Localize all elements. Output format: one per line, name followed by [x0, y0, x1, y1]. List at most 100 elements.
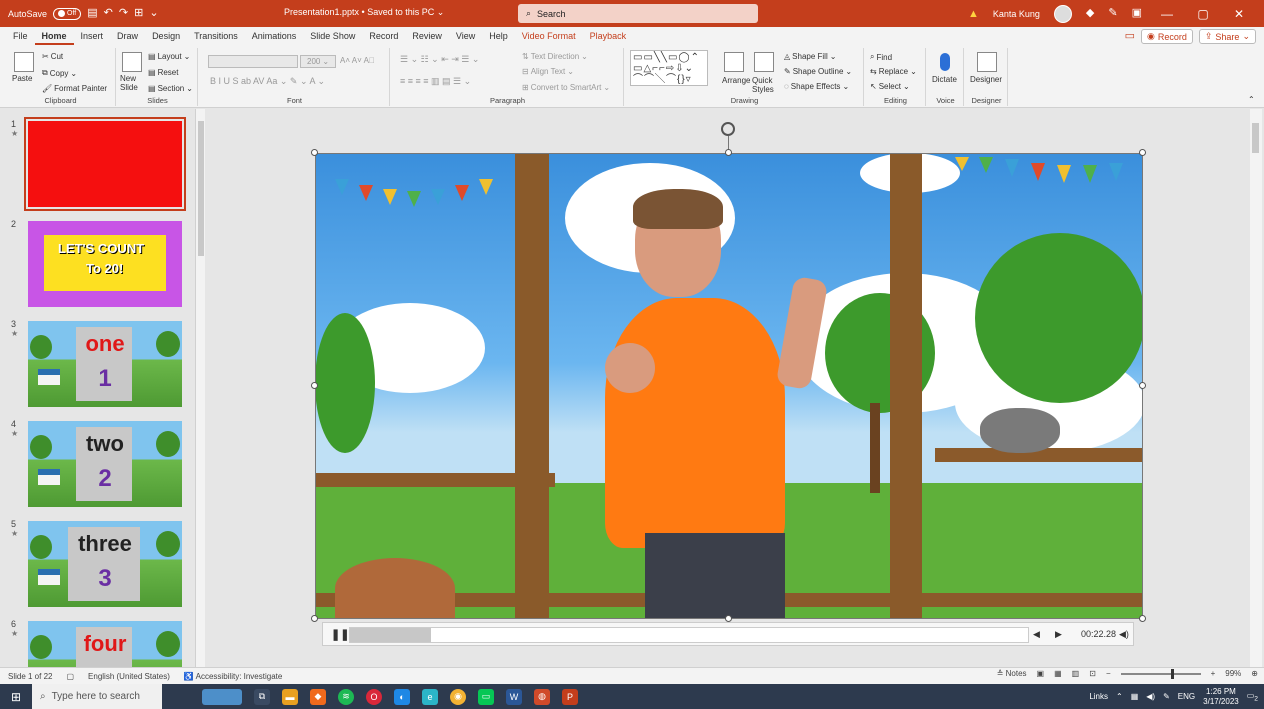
tab-design[interactable]: Design: [145, 27, 187, 45]
language-status[interactable]: English (United States): [88, 672, 170, 681]
app-icon[interactable]: ◍: [534, 688, 550, 705]
alignment-buttons[interactable]: ≡ ≡ ≡ ≡ ▥ ▤ ☰ ⌄: [400, 76, 471, 87]
resize-handle[interactable]: [1139, 149, 1146, 156]
edge-icon[interactable]: e: [422, 688, 438, 705]
app-icon[interactable]: ◆: [310, 688, 326, 705]
normal-view-icon[interactable]: ▣: [1037, 669, 1045, 678]
shapes-gallery[interactable]: ▭▭╲╲▭◯⌃ ▭△⌐⌐⇨⇩⌄ ⌒⌒╲⌒{}▿: [630, 50, 708, 86]
list-buttons[interactable]: ☰ ⌄ ☷ ⌄ ⇤ ⇥ ☰ ⌄: [400, 54, 479, 65]
accessibility-status[interactable]: ♿ Accessibility: Investigate: [184, 672, 282, 681]
tab-view[interactable]: View: [449, 27, 482, 45]
system-clock[interactable]: 1:26 PM 3/17/2023: [1203, 687, 1239, 707]
tab-slide-show[interactable]: Slide Show: [303, 27, 362, 45]
arrange-button[interactable]: Arrange: [722, 76, 750, 85]
notification-icon[interactable]: ▭2: [1247, 691, 1258, 703]
warning-icon[interactable]: ▲: [968, 8, 979, 20]
tab-review[interactable]: Review: [405, 27, 449, 45]
tab-transitions[interactable]: Transitions: [187, 27, 245, 45]
tab-help[interactable]: Help: [482, 27, 515, 45]
undo-icon[interactable]: ↶: [104, 8, 113, 19]
redo-icon[interactable]: ↷: [119, 8, 128, 19]
opera-icon[interactable]: O: [366, 688, 382, 705]
volume-icon[interactable]: ◀): [1146, 692, 1155, 701]
chrome-icon[interactable]: ◉: [450, 688, 466, 705]
pen-icon[interactable]: ✎: [1108, 8, 1117, 19]
weather-widget-icon[interactable]: [202, 688, 242, 705]
tab-file[interactable]: File: [6, 27, 35, 45]
file-explorer-icon[interactable]: ▬: [282, 688, 298, 705]
rewind-icon[interactable]: ◀: [1033, 629, 1040, 640]
zoom-in-icon[interactable]: +: [1211, 669, 1216, 678]
tab-insert[interactable]: Insert: [74, 27, 111, 45]
shape-fill-button[interactable]: ◬ Shape Fill ⌄: [784, 52, 836, 61]
volume-icon[interactable]: ◀): [1119, 629, 1129, 640]
reading-view-icon[interactable]: ▥: [1072, 669, 1080, 678]
canvas-scrollbar[interactable]: [1250, 109, 1262, 667]
tab-animations[interactable]: Animations: [245, 27, 304, 45]
paste-icon[interactable]: [14, 52, 34, 72]
slide-thumbnail[interactable]: one 1: [28, 321, 182, 407]
resize-handle[interactable]: [1139, 382, 1146, 389]
user-name[interactable]: Kanta Kung: [993, 9, 1040, 19]
copy-button[interactable]: ⧉ Copy ⌄: [42, 68, 77, 78]
thumbnail-scrollbar[interactable]: [195, 109, 205, 667]
tab-record[interactable]: Record: [362, 27, 405, 45]
convert-smartart-button[interactable]: ⊞ Convert to SmartArt ⌄: [522, 83, 610, 92]
ribbon-display-icon[interactable]: ▣: [1132, 8, 1142, 19]
notes-button[interactable]: ≙ Notes: [997, 669, 1027, 678]
paste-button[interactable]: Paste: [12, 74, 32, 83]
restore-icon[interactable]: ▢: [1192, 7, 1214, 21]
slide-thumbnail[interactable]: four: [28, 621, 182, 667]
resize-handle[interactable]: [311, 615, 318, 622]
avatar[interactable]: [1053, 4, 1072, 23]
zoom-level[interactable]: 99%: [1225, 669, 1241, 678]
save-icon[interactable]: ▤: [87, 8, 97, 19]
slide-thumbnail[interactable]: LET'S COUNT To 20!: [28, 221, 182, 307]
align-text-button[interactable]: ⊟ Align Text ⌄: [522, 67, 574, 76]
document-title[interactable]: Presentation1.pptx • Saved to this PC ⌄: [284, 7, 444, 18]
resize-handle[interactable]: [1139, 615, 1146, 622]
premium-icon[interactable]: ◆: [1086, 8, 1094, 19]
text-direction-button[interactable]: ⇅ Text Direction ⌄: [522, 52, 588, 61]
task-view-icon[interactable]: ⧉: [254, 688, 270, 705]
resize-handle[interactable]: [311, 149, 318, 156]
present-icon[interactable]: ⊞: [134, 8, 143, 19]
section-button[interactable]: ▤ Section ⌄: [148, 84, 193, 93]
microphone-icon[interactable]: [940, 53, 950, 71]
shape-effects-button[interactable]: ◌ Shape Effects ⌄: [784, 82, 849, 91]
app-icon[interactable]: ◐: [394, 688, 410, 705]
layout-button[interactable]: ▤ Layout ⌄: [148, 52, 190, 61]
word-icon[interactable]: W: [506, 688, 522, 705]
cut-button[interactable]: ✂ Cut: [42, 52, 63, 61]
spelling-icon[interactable]: ▢: [66, 672, 74, 681]
slide-thumbnail[interactable]: three 3: [28, 521, 182, 607]
network-icon[interactable]: ▦: [1131, 692, 1139, 701]
windows-start-icon[interactable]: ⊞: [0, 690, 32, 704]
comments-icon[interactable]: ▭: [1125, 31, 1135, 42]
record-button[interactable]: ◉ Record: [1141, 29, 1193, 44]
share-button[interactable]: ⇪ Share ⌄: [1198, 29, 1256, 44]
reset-button[interactable]: ▤ Reset: [148, 68, 178, 77]
select-button[interactable]: ↖ Select ⌄: [870, 82, 910, 91]
taskbar-search[interactable]: ⌕ Type here to search: [32, 684, 162, 709]
minimize-icon[interactable]: —: [1156, 7, 1178, 21]
fit-slide-icon[interactable]: ⊕: [1251, 669, 1258, 678]
autosave-toggle[interactable]: Off: [53, 7, 82, 20]
font-size-buttons[interactable]: A˄ A˅ A⃫: [340, 56, 375, 65]
zoom-out-icon[interactable]: −: [1106, 669, 1111, 678]
resize-handle[interactable]: [725, 615, 732, 622]
customize-qat-icon[interactable]: ⌄: [149, 8, 158, 19]
slide-thumbnail[interactable]: [24, 117, 186, 211]
tab-home[interactable]: Home: [34, 27, 74, 45]
pause-icon[interactable]: ❚❚: [331, 628, 349, 641]
pen-icon[interactable]: ✎: [1163, 692, 1170, 701]
quick-styles-icon[interactable]: [754, 52, 774, 72]
tab-draw[interactable]: Draw: [110, 27, 145, 45]
tray-chevron-icon[interactable]: ⌃: [1116, 692, 1123, 701]
format-painter-button[interactable]: 🖌 Format Painter: [42, 84, 107, 93]
font-size-field[interactable]: 200 ⌄: [300, 55, 336, 68]
new-slide-button[interactable]: New Slide: [120, 74, 144, 92]
line-icon[interactable]: ▭: [478, 688, 494, 705]
find-button[interactable]: ⌕ Find: [870, 52, 892, 62]
font-format-buttons[interactable]: B I U S ab AV Aa ⌄ ✎ ⌄ A ⌄: [210, 76, 325, 87]
